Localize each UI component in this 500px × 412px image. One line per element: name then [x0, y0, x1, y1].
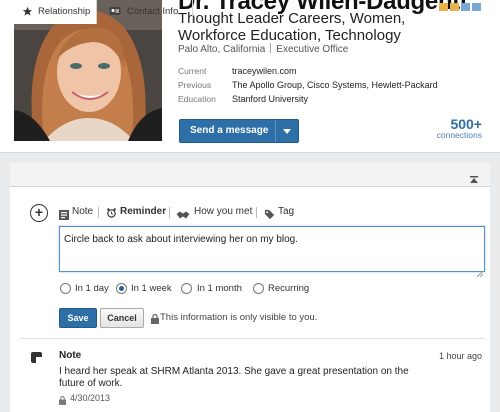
connections-label: connections	[436, 130, 482, 140]
add-button[interactable]: +	[30, 204, 48, 222]
radio-recurring[interactable]	[253, 283, 264, 294]
note-date: 4/30/2013	[70, 393, 111, 403]
resize-handle-icon[interactable]	[476, 264, 484, 278]
detail-value-education[interactable]: Stanford University	[232, 94, 308, 104]
separator	[98, 207, 99, 218]
collapse-icon[interactable]	[470, 171, 478, 183]
divider	[20, 338, 485, 339]
star-icon	[22, 6, 33, 20]
tab-relationship[interactable]: Relationship	[10, 0, 97, 24]
privacy-notice: This information is only visible to you.	[160, 312, 318, 323]
send-options-dropdown[interactable]	[275, 120, 299, 142]
radio-label: Recurring	[268, 283, 310, 294]
tab-label: Relationship	[38, 6, 91, 17]
radio-label: In 1 month	[197, 283, 242, 294]
header-icons[interactable]	[437, 0, 495, 11]
action-tab-note[interactable]: Note	[72, 206, 93, 217]
cancel-button[interactable]: Cancel	[100, 308, 144, 328]
note-title: Note	[59, 350, 82, 361]
handshake-icon	[176, 207, 190, 225]
radio-in-1-month[interactable]	[181, 283, 192, 294]
profile-headline: Thought Leader Careers, Women, Workforce…	[178, 10, 406, 44]
profile-industry[interactable]: Executive Office	[276, 44, 348, 55]
detail-value-current[interactable]: traceywilen.com	[232, 66, 297, 76]
reminder-textarea[interactable]: Circle back to ask about interviewing he…	[59, 226, 485, 272]
tab-bar	[10, 163, 490, 187]
alarm-clock-icon	[106, 206, 117, 224]
tag-icon	[264, 207, 275, 225]
action-tab-tag[interactable]: Tag	[278, 206, 294, 217]
separator	[169, 207, 170, 218]
profile-location[interactable]: Palo Alto, California	[178, 44, 265, 55]
action-tab-how-you-met[interactable]: How you met	[194, 206, 252, 217]
lock-icon	[151, 311, 159, 329]
save-button[interactable]: Save	[59, 308, 97, 328]
separator	[270, 43, 272, 53]
note-body: I heard her speak at SHRM Atlanta 2013. …	[59, 366, 409, 389]
chevron-down-icon	[283, 129, 291, 134]
note-timestamp: 1 hour ago	[438, 351, 482, 361]
note-icon	[59, 207, 69, 225]
send-message-button[interactable]: Send a message	[179, 119, 299, 143]
detail-label-education: Education	[178, 94, 216, 104]
location-line: Palo Alto, California Executive Office	[178, 43, 348, 55]
address-card-icon	[109, 6, 121, 19]
send-message-label: Send a message	[190, 125, 269, 136]
tab-contact-info[interactable]: Contact Info	[97, 0, 193, 23]
radio-in-1-week[interactable]	[116, 283, 127, 294]
detail-label-previous: Previous	[178, 80, 212, 90]
note-icon	[31, 352, 42, 363]
detail-label-current: Current	[178, 66, 207, 76]
detail-value-previous[interactable]: The Apollo Group, Cisco Systems, Hewlett…	[232, 80, 438, 90]
separator	[256, 207, 257, 218]
radio-label: In 1 week	[131, 283, 172, 294]
lock-icon	[59, 392, 66, 410]
radio-label: In 1 day	[75, 283, 109, 294]
action-tab-reminder[interactable]: Reminder	[120, 206, 166, 217]
tab-label: Contact Info	[127, 6, 179, 17]
radio-in-1-day[interactable]	[60, 283, 71, 294]
